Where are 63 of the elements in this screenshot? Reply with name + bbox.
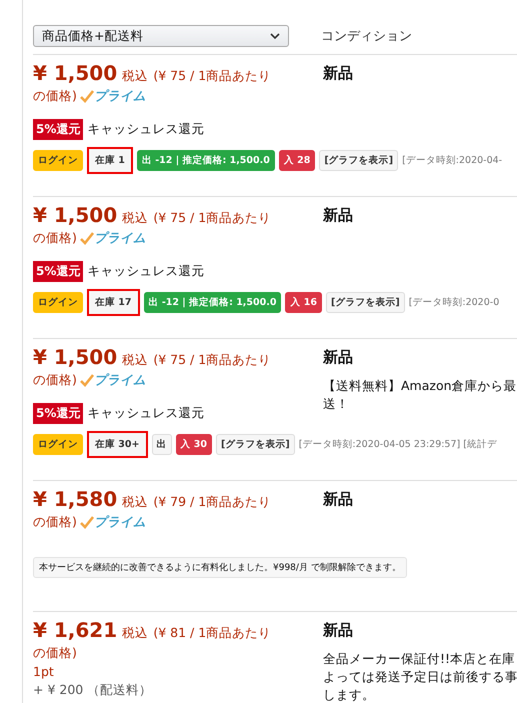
unit-price-note: (¥ 81 / 1商品あたり: [153, 625, 272, 640]
data-timestamp: [データ時刻:2020-0: [408, 296, 500, 309]
unit-price-note: (¥ 79 / 1商品あたり: [153, 494, 272, 509]
prime-badge: プライム: [80, 371, 146, 389]
graph-link[interactable]: [グラフを表示]: [319, 150, 398, 171]
chevron-down-icon: [270, 32, 280, 40]
data-timestamp: [データ時刻:2020-04-05 23:29:57] [統計デ: [298, 438, 497, 451]
condition-text: 新品: [323, 621, 354, 640]
unit-price-note: の価格): [33, 644, 77, 662]
points-text: 1pt: [33, 664, 55, 680]
graph-link[interactable]: [グラフを表示]: [326, 292, 405, 313]
unit-price-note: の価格): [33, 229, 77, 247]
description-text: します。: [323, 686, 376, 703]
condition-text: 新品: [323, 490, 354, 509]
tax-label: 税込: [122, 625, 148, 640]
notice-banner: 本サービスを継続的に改善できるように有料化しました。¥998/月 で制限解除できます。: [33, 557, 407, 578]
unit-price-note: (¥ 75 / 1商品あたり: [153, 210, 272, 225]
offer-price: ¥ 1,621: [33, 618, 118, 642]
cashback-badge: 5%還元: [33, 261, 84, 282]
description-text: 【送料無料】Amazon倉庫から最: [323, 377, 517, 395]
description-text: 送！: [323, 395, 350, 413]
data-timestamp: [データ時刻:2020-04-: [402, 154, 502, 167]
offer-price: ¥ 1,580: [33, 487, 118, 511]
sales-badge: 出: [152, 434, 172, 455]
stock-badge: 在庫 1: [87, 147, 133, 174]
prime-badge: プライム: [80, 87, 146, 105]
cashless-label: キャッシュレス還元: [87, 121, 204, 138]
stock-badge: 在庫 17: [87, 289, 140, 316]
tax-label: 税込: [122, 352, 148, 367]
tax-label: 税込: [122, 210, 148, 225]
offer-price: ¥ 1,500: [33, 61, 118, 85]
offer-price: ¥ 1,500: [33, 345, 118, 369]
unit-price-note: の価格): [33, 513, 77, 531]
restock-badge: 入 30: [176, 434, 212, 455]
restock-badge: 入 16: [285, 292, 322, 313]
login-badge[interactable]: ログイン: [33, 292, 83, 313]
cashback-badge: 5%還元: [33, 119, 84, 140]
unit-price-note: (¥ 75 / 1商品あたり: [153, 352, 272, 367]
prime-badge: プライム: [80, 513, 146, 531]
graph-link[interactable]: [グラフを表示]: [216, 434, 295, 455]
prime-badge: プライム: [80, 229, 146, 247]
sales-badge: 出 -12 | 推定価格: 1,500.0: [144, 292, 282, 313]
sales-badge: 出 -12 | 推定価格: 1,500.0: [136, 150, 275, 171]
cashback-badge: 5%還元: [33, 403, 84, 424]
tax-label: 税込: [122, 494, 148, 509]
condition-text: 新品: [323, 348, 354, 367]
sort-dropdown[interactable]: 商品価格+配送料: [33, 25, 289, 47]
column-heading: コンディション: [321, 28, 412, 45]
cashless-label: キャッシュレス還元: [87, 263, 204, 280]
cashless-label: キャッシュレス還元: [87, 405, 204, 422]
unit-price-note: の価格): [33, 87, 77, 105]
condition-text: 新品: [323, 206, 354, 225]
condition-text: 新品: [323, 64, 354, 83]
tax-label: 税込: [122, 68, 148, 83]
unit-price-note: の価格): [33, 371, 77, 389]
restock-badge: 入 28: [278, 150, 316, 171]
login-badge[interactable]: ログイン: [33, 434, 83, 455]
offer-price: ¥ 1,500: [33, 203, 118, 227]
description-text: 全品メーカー保証付!!本店と在庫: [323, 650, 516, 668]
login-badge[interactable]: ログイン: [33, 150, 83, 171]
unit-price-note: (¥ 75 / 1商品あたり: [153, 68, 272, 83]
stock-badge: 在庫 30+: [87, 431, 148, 458]
shipping-fee: + ¥ 200 （配送料）: [33, 682, 154, 698]
